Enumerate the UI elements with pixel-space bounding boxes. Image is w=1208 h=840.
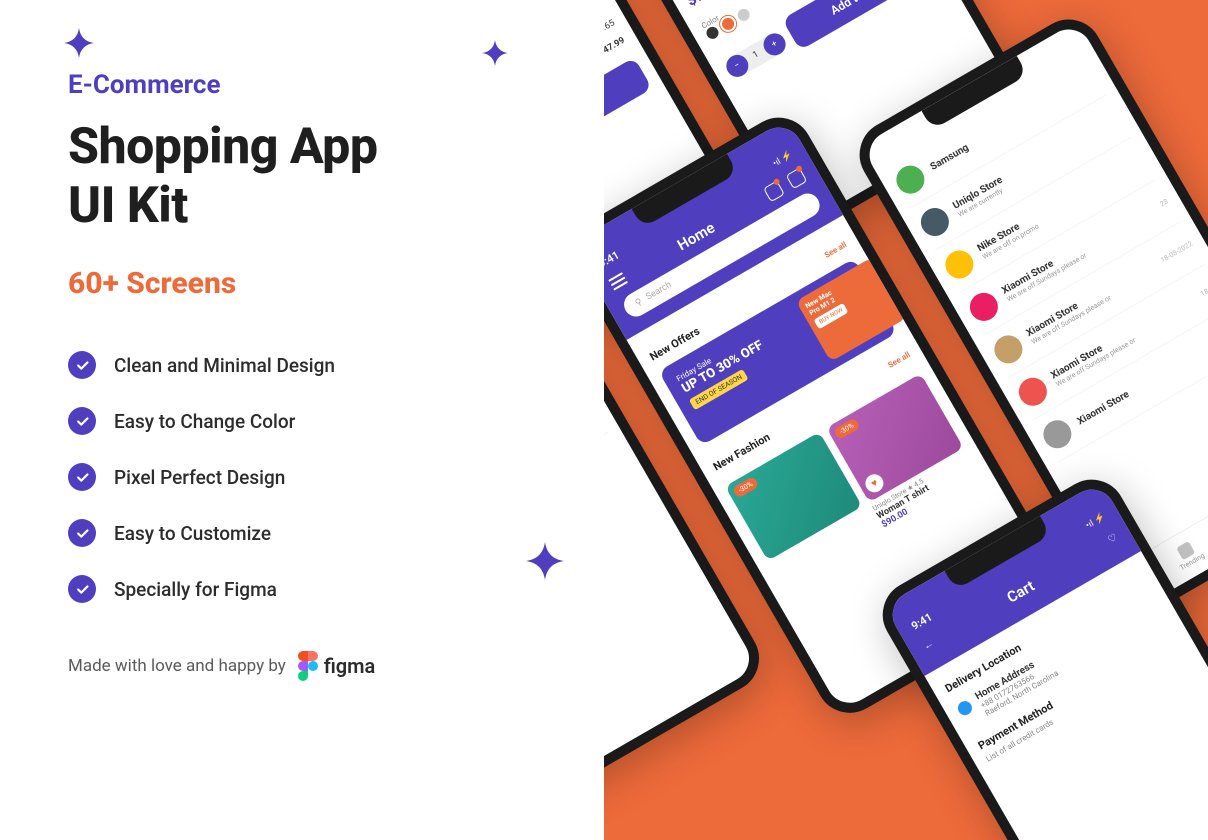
cart-item[interactable]: nk swedter −3+ xyxy=(604,383,608,545)
feature-item: Easy to Customize xyxy=(68,519,544,547)
favorite-icon[interactable]: ♥ xyxy=(862,471,887,496)
pay-now-button[interactable]: Pay Now xyxy=(604,57,652,201)
menu-icon[interactable] xyxy=(608,272,628,290)
location-icon xyxy=(955,699,974,718)
check-icon xyxy=(68,575,96,603)
feature-item: Clean and Minimal Design xyxy=(68,351,544,379)
see-all-link[interactable]: See all xyxy=(886,350,911,370)
main-title: Shopping AppUI Kit xyxy=(68,118,544,236)
back-icon[interactable]: ← xyxy=(921,638,935,653)
sparkle-icon xyxy=(526,542,564,580)
footer-credit: Made with love and happy by figma xyxy=(68,651,544,681)
sparkle-icon xyxy=(482,40,508,66)
nav-trending[interactable]: Trending xyxy=(1170,537,1206,571)
see-all-link[interactable]: See all xyxy=(823,240,848,260)
check-icon xyxy=(68,351,96,379)
eyebrow: E-Commerce xyxy=(68,70,544,100)
feature-item: Specially for Figma xyxy=(68,575,544,603)
check-icon xyxy=(68,407,96,435)
feature-item: Easy to Change Color xyxy=(68,407,544,435)
figma-logo: figma xyxy=(298,651,375,681)
check-icon xyxy=(68,463,96,491)
screen-count: 60+ Screens xyxy=(68,266,544,301)
search-icon: ⚲ xyxy=(634,297,645,309)
sparkle-icon xyxy=(64,28,94,58)
notification-icon[interactable] xyxy=(763,180,785,202)
check-icon xyxy=(68,519,96,547)
figma-icon xyxy=(298,651,318,681)
quantity-stepper[interactable]: − 1 + xyxy=(722,29,789,81)
feature-list: Clean and Minimal Design Easy to Change … xyxy=(68,351,544,603)
heart-icon[interactable]: ♡ xyxy=(1106,532,1119,546)
feature-item: Pixel Perfect Design xyxy=(68,463,544,491)
cart-icon[interactable] xyxy=(786,167,808,189)
add-to-cart-button[interactable]: Add to cart xyxy=(782,0,932,50)
